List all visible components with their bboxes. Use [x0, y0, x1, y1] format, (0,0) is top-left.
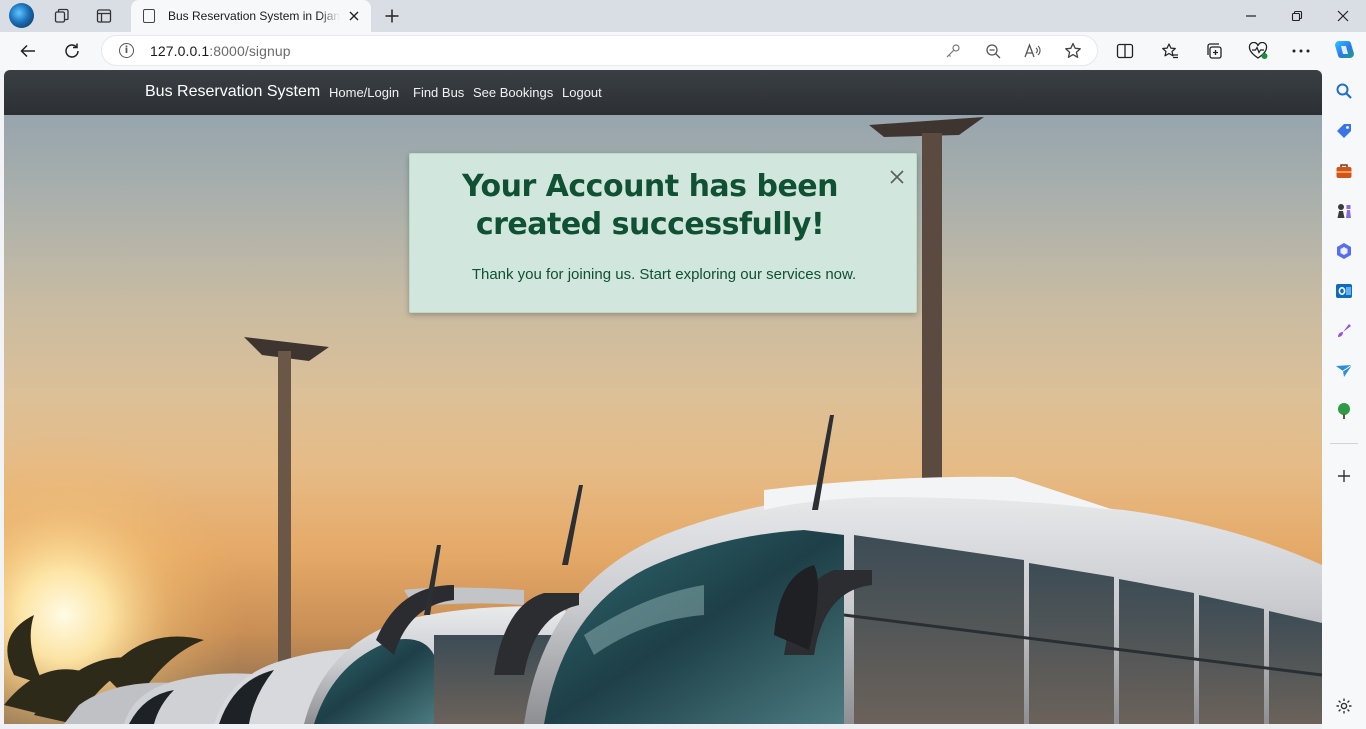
- refresh-icon: [65, 43, 79, 58]
- briefcase-icon[interactable]: [1334, 161, 1354, 181]
- edge-sidebar: [1322, 70, 1366, 729]
- settings-icon[interactable]: [1334, 696, 1354, 716]
- heart-pulse-icon[interactable]: [1247, 40, 1269, 62]
- page-viewport: Bus Reservation System Home/Login Find B…: [4, 70, 1322, 724]
- nav-home-login[interactable]: Home/Login: [329, 85, 399, 100]
- add-icon[interactable]: [1334, 466, 1354, 486]
- alert-close-button[interactable]: [886, 166, 908, 188]
- tab-title: Bus Reservation System in Django: [168, 9, 340, 23]
- chess-icon[interactable]: [1334, 201, 1354, 221]
- tag-icon[interactable]: [1334, 121, 1354, 141]
- minimize-icon: [1246, 15, 1256, 17]
- refresh-button[interactable]: [61, 40, 83, 62]
- window-bottom-edge: [0, 724, 1322, 729]
- designer-icon[interactable]: [1334, 321, 1354, 341]
- split-screen-icon[interactable]: [1114, 40, 1136, 62]
- tree-icon[interactable]: [1334, 401, 1354, 421]
- search-icon[interactable]: [1334, 81, 1354, 101]
- star-icon[interactable]: [1064, 42, 1082, 60]
- tab-strip: Bus Reservation System in Django: [0, 0, 1366, 32]
- nav-see-bookings[interactable]: See Bookings: [473, 85, 553, 100]
- more-icon[interactable]: [1290, 40, 1312, 62]
- url-text[interactable]: 127.0.0.1:8000/signup: [150, 43, 291, 59]
- back-button[interactable]: [17, 40, 39, 62]
- plus-icon: [385, 9, 399, 23]
- success-alert: Your Account has been created successful…: [409, 153, 917, 313]
- page-icon: [143, 9, 155, 23]
- close-tab-icon[interactable]: [346, 8, 362, 24]
- info-icon[interactable]: i: [119, 43, 134, 58]
- workspaces-icon[interactable]: [52, 6, 72, 26]
- profile-avatar-icon[interactable]: [9, 3, 34, 28]
- browser-tab[interactable]: Bus Reservation System in Django: [131, 0, 371, 32]
- new-tab-button[interactable]: [381, 5, 403, 27]
- back-arrow-icon: [20, 44, 35, 58]
- address-bar[interactable]: i 127.0.0.1:8000/signup: [101, 35, 1098, 66]
- sidebar-divider: [1330, 443, 1358, 444]
- close-icon: [890, 170, 904, 184]
- favorites-icon[interactable]: [1159, 40, 1181, 62]
- restore-icon: [1291, 10, 1303, 22]
- outlook-icon[interactable]: [1334, 281, 1354, 301]
- restore-button[interactable]: [1285, 4, 1309, 28]
- url-path: :8000/signup: [209, 43, 291, 59]
- nav-logout[interactable]: Logout: [562, 85, 602, 100]
- key-icon[interactable]: [944, 42, 962, 60]
- close-window-button[interactable]: [1331, 4, 1355, 28]
- browser-toolbar: i 127.0.0.1:8000/signup: [0, 32, 1366, 70]
- send-icon[interactable]: [1334, 361, 1354, 381]
- alert-heading: Your Account has been created successful…: [462, 169, 839, 242]
- vertical-tabs-icon[interactable]: [94, 6, 114, 26]
- url-host: 127.0.0.1: [150, 43, 210, 59]
- site-brand-link[interactable]: Bus Reservation System: [145, 83, 320, 101]
- site-navbar: Bus Reservation System Home/Login Find B…: [4, 70, 1322, 115]
- zoom-out-icon[interactable]: [984, 42, 1002, 60]
- m365-icon[interactable]: [1334, 241, 1354, 261]
- minimize-button[interactable]: [1239, 4, 1263, 28]
- close-icon: [1337, 10, 1349, 22]
- read-aloud-icon[interactable]: [1024, 42, 1042, 60]
- collections-icon[interactable]: [1203, 40, 1225, 62]
- nav-find-bus[interactable]: Find Bus: [413, 85, 464, 100]
- alert-message: Thank you for joining us. Start explorin…: [471, 266, 857, 283]
- copilot-icon[interactable]: [1332, 38, 1356, 62]
